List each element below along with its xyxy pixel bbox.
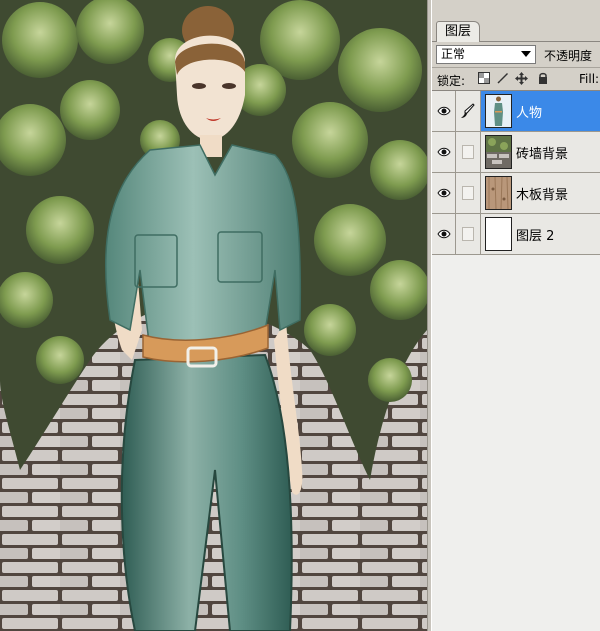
chevron-down-icon: [521, 51, 531, 57]
link-cell[interactable]: [456, 173, 481, 213]
layer-name[interactable]: 图层 2: [516, 225, 554, 244]
visibility-toggle[interactable]: [432, 214, 456, 254]
layers-empty-area[interactable]: [432, 255, 600, 631]
document-canvas[interactable]: [0, 0, 427, 631]
blend-row: 正常 不透明度: [432, 42, 600, 67]
layer-row-figure[interactable]: 人物: [432, 91, 600, 132]
eye-icon: [437, 147, 451, 157]
layer-name[interactable]: 人物: [516, 102, 542, 121]
wood-board-thumbnail: [485, 176, 512, 210]
visibility-toggle[interactable]: [432, 91, 456, 131]
lock-transparent-icon[interactable]: [477, 72, 490, 85]
lock-move-icon[interactable]: [515, 72, 528, 85]
blend-mode-value: 正常: [441, 47, 466, 61]
blend-mode-select[interactable]: 正常: [436, 45, 536, 64]
lock-all-icon[interactable]: [536, 72, 549, 85]
eye-icon: [437, 106, 451, 116]
visibility-toggle[interactable]: [432, 132, 456, 172]
link-cell[interactable]: [456, 132, 481, 172]
layers-panel: 图层 正常 不透明度 锁定: Fill: 人物 砖墙背景 木板背景 图层 2: [431, 0, 600, 631]
blank-thumbnail: [485, 217, 512, 251]
layer-row-layer-2[interactable]: 图层 2: [432, 214, 600, 255]
tab-layers[interactable]: 图层: [436, 21, 480, 42]
lock-paint-icon[interactable]: [496, 72, 509, 85]
visibility-toggle[interactable]: [432, 173, 456, 213]
layer-name[interactable]: 砖墙背景: [516, 143, 568, 162]
link-cell[interactable]: [456, 214, 481, 254]
eye-icon: [437, 229, 451, 239]
brush-icon: [461, 103, 475, 118]
lock-row: 锁定: Fill:: [432, 67, 600, 91]
lock-label: 锁定:: [437, 74, 466, 88]
layer-name[interactable]: 木板背景: [516, 184, 568, 203]
fill-label: Fill:: [579, 72, 600, 86]
fashion-illustration: [0, 0, 427, 631]
brush-cell[interactable]: [456, 91, 481, 131]
layer-row-wood-board[interactable]: 木板背景: [432, 173, 600, 214]
layers-list: 人物 砖墙背景 木板背景 图层 2: [432, 91, 600, 255]
eye-icon: [437, 188, 451, 198]
brick-wall-thumbnail: [485, 135, 512, 169]
figure-thumbnail: [485, 94, 512, 128]
layer-row-brick-wall[interactable]: 砖墙背景: [432, 132, 600, 173]
panel-tab-bar: 图层: [432, 0, 600, 42]
opacity-label: 不透明度: [544, 49, 593, 63]
